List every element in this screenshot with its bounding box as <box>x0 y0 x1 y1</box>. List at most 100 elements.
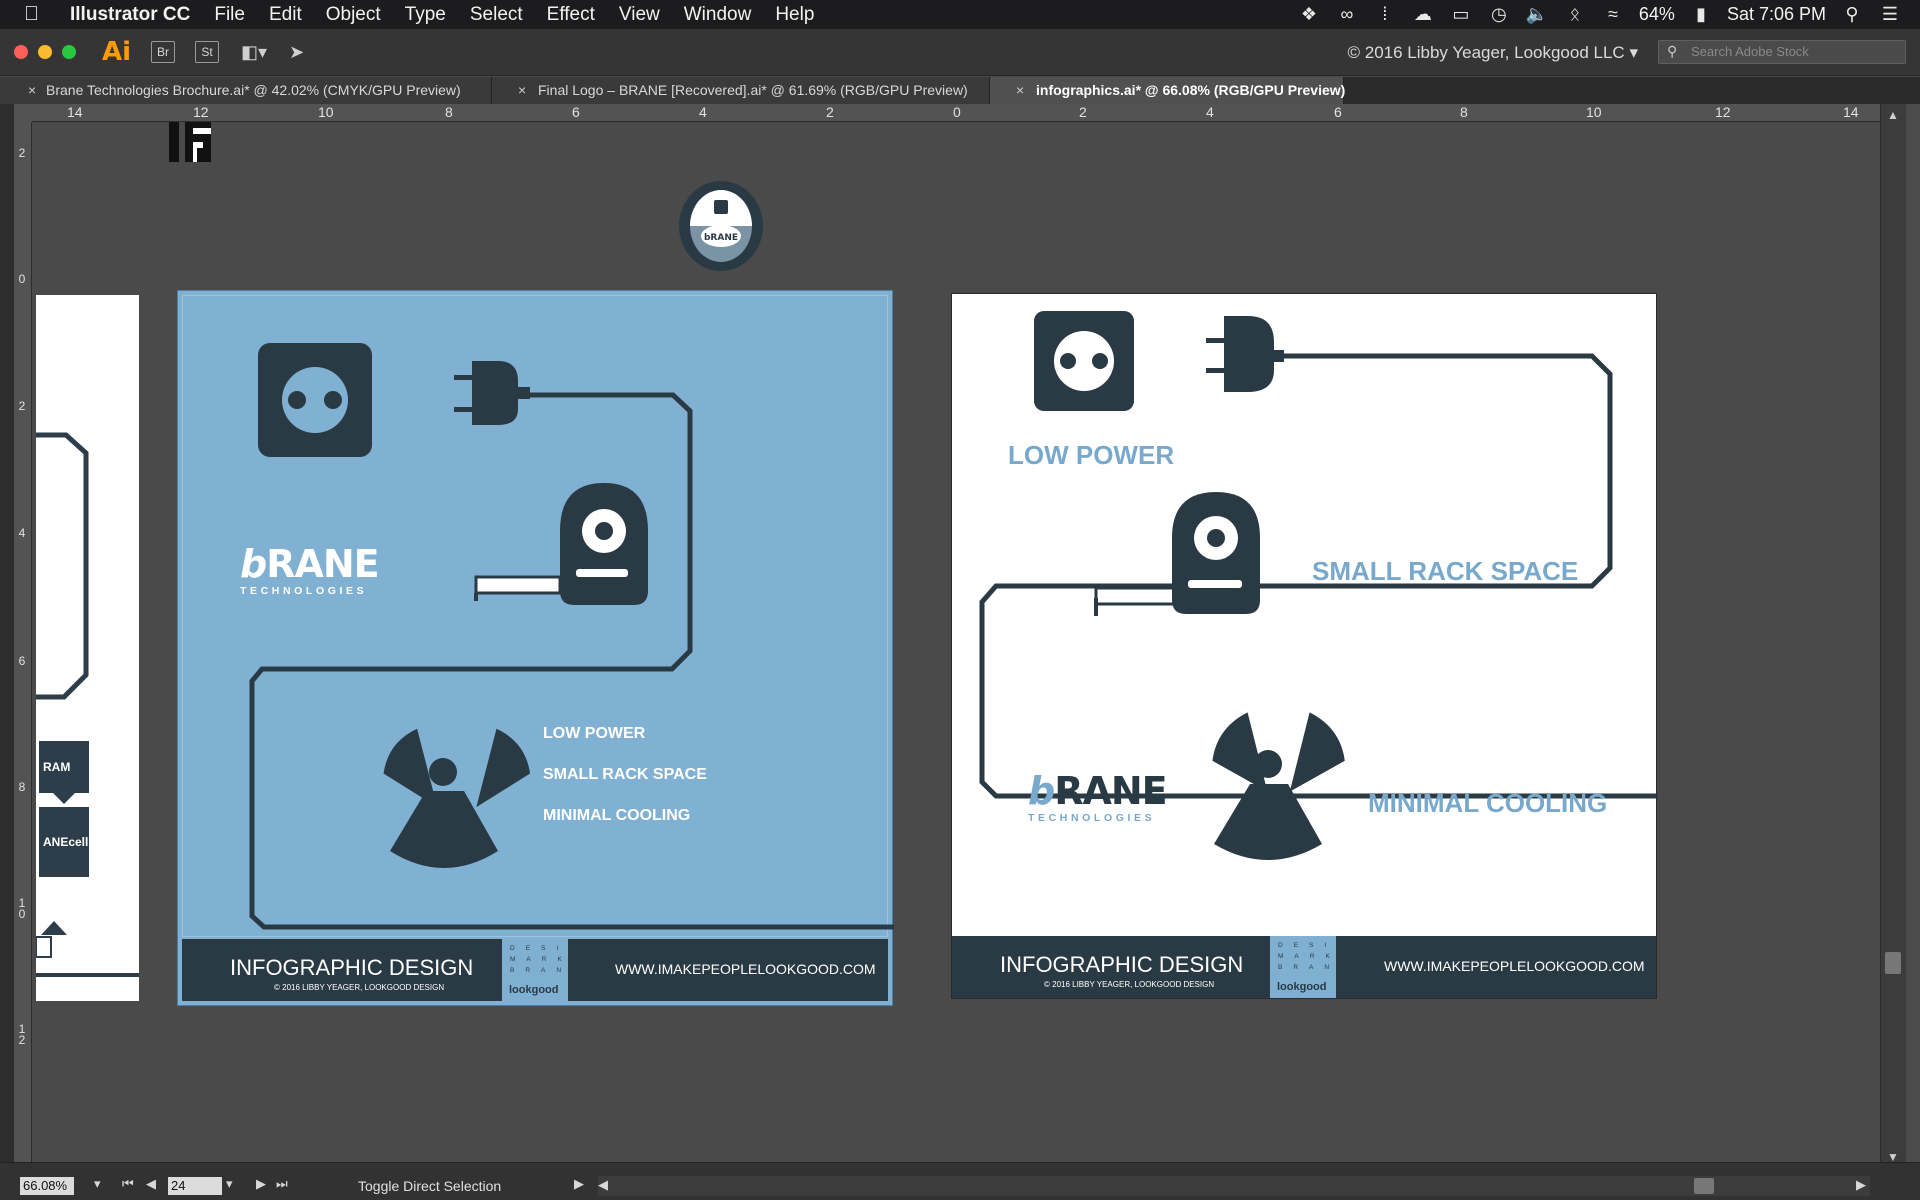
menu-app-name[interactable]: Illustrator CC <box>54 4 202 26</box>
partial-artboard[interactable]: RAM ANEcell <box>36 295 139 1001</box>
apple-icon[interactable]:  <box>24 3 54 26</box>
white-infographic-artboard[interactable]: LOW POWER SMALL RACK SPACE MINIMAL COOLI… <box>951 293 1658 999</box>
horizontal-ruler[interactable]: 14 12 10 8 6 4 2 0 2 4 6 8 10 12 14 <box>14 104 1880 122</box>
ruler-tick: 12 <box>193 104 209 120</box>
first-artboard-icon[interactable]: ⏮ <box>122 1176 134 1192</box>
scroll-up-icon[interactable]: ▲ <box>1887 108 1899 122</box>
tool-hint: Toggle Direct Selection <box>358 1178 502 1194</box>
chevron-down-icon: ▾ <box>1629 43 1638 62</box>
blue-infographic-artboard[interactable]: bRANE TECHNOLOGIES LOW POWER SMALL RACK … <box>177 290 894 1006</box>
scroll-left-icon[interactable]: ◀ <box>598 1177 608 1193</box>
menu-select[interactable]: Select <box>458 4 535 26</box>
close-tab-icon[interactable]: × <box>518 82 526 98</box>
artboard-number-field[interactable]: 24 <box>168 1177 222 1195</box>
lookgood-tagline: DESIGN MARKET BRAND <box>1278 942 1372 971</box>
feature-minimal-cooling: MINIMAL COOLING <box>543 807 691 824</box>
window-controls <box>14 45 76 59</box>
brane-b: b <box>240 542 267 586</box>
tab-label: Brane Technologies Brochure.ai* @ 42.02%… <box>46 82 461 98</box>
ruler-tick: 0 <box>953 104 961 120</box>
menu-effect[interactable]: Effect <box>535 4 607 26</box>
menu-help[interactable]: Help <box>763 4 826 26</box>
vertical-scrollbar[interactable]: ▲ ▼ <box>1880 104 1906 1164</box>
menu-edit[interactable]: Edit <box>257 4 314 26</box>
menubar-clock[interactable]: Sat 7:06 PM <box>1727 4 1826 25</box>
ruler-tick: 10 <box>318 104 334 120</box>
ruler-tick: 2 <box>18 399 26 413</box>
bluetooth-icon[interactable]: ᛟ <box>1563 4 1587 25</box>
wifi-icon[interactable]: ≈ <box>1601 4 1625 25</box>
ram-tag: RAM <box>39 741 89 793</box>
spotlight-search-icon[interactable]: ⚲ <box>1840 4 1864 25</box>
brane-b: b <box>1028 769 1055 813</box>
dropbox-icon[interactable]: ❖ <box>1297 4 1321 25</box>
vertical-ruler[interactable]: 2 0 2 4 6 8 1 0 1 2 <box>14 122 32 1162</box>
lookgood-tagline: DESIGN MARKET BRAND <box>510 945 604 974</box>
previous-artboard-icon[interactable]: ◀ <box>146 1176 156 1192</box>
menu-file[interactable]: File <box>202 4 257 26</box>
arrange-documents-icon[interactable]: ◧▾ <box>241 42 267 63</box>
menu-view[interactable]: View <box>607 4 672 26</box>
workspace-switcher[interactable]: © 2016 Libby Yeager, Lookgood LLC ▾ <box>1348 43 1639 63</box>
next-artboard-icon[interactable]: ▶ <box>256 1176 266 1192</box>
time-machine-icon[interactable]: ◷ <box>1487 4 1511 25</box>
last-artboard-icon[interactable]: ⏭ <box>276 1176 288 1192</box>
lookgood-logo: DESIGN MARKET BRAND lookgood <box>1270 936 1372 998</box>
airplay-icon[interactable]: ▭ <box>1449 4 1473 25</box>
zoom-dropdown-icon[interactable]: ▾ <box>94 1176 101 1192</box>
icloud-icon[interactable]: ☁ <box>1411 4 1435 25</box>
battery-percent[interactable]: 64% <box>1639 4 1675 25</box>
badge-text: bRANE <box>704 233 738 243</box>
ruler-tick: 14 <box>67 104 83 120</box>
battery-icon[interactable]: ▮ <box>1689 4 1713 25</box>
close-tab-icon[interactable]: × <box>1016 82 1024 98</box>
footer-copyright: © 2016 LIBBY YEAGER, LOOKGOOD DESIGN <box>1044 980 1215 989</box>
brane-badge-logo[interactable]: bRANE <box>678 180 764 272</box>
vertical-scroll-thumb[interactable] <box>1885 952 1901 974</box>
window-close-button[interactable] <box>14 45 28 59</box>
menu-object[interactable]: Object <box>314 4 393 26</box>
feature-low-power: LOW POWER <box>543 725 646 742</box>
stock-button[interactable]: St <box>195 41 220 63</box>
lookgood-logo: DESIGN MARKET BRAND lookgood <box>502 939 604 1001</box>
artboard-dropdown-icon[interactable]: ▾ <box>226 1176 233 1192</box>
notification-center-icon[interactable]: ☰ <box>1878 4 1902 25</box>
feature-small-rack-space: SMALL RACK SPACE <box>1312 556 1579 586</box>
horizontal-scroll-thumb[interactable] <box>1694 1178 1714 1194</box>
partial-logo-glyph[interactable] <box>169 122 213 164</box>
artboard-canvas[interactable]: bRANE RAM ANEcell bRANE TECHNOLOGIES LOW… <box>33 122 1880 1162</box>
tab-infographics[interactable]: × infographics.ai* @ 66.08% (RGB/GPU Pre… <box>990 77 1345 104</box>
ruler-tick: 1 0 <box>18 896 26 921</box>
dots-grid-icon[interactable]: ⁞ <box>1373 4 1397 25</box>
window-zoom-button[interactable] <box>62 45 76 59</box>
status-bar: 66.08% ▾ ⏮ ◀ 24 ▾ ▶ ⏭ Toggle Direct Sele… <box>0 1162 1920 1200</box>
ruler-origin[interactable] <box>14 104 32 122</box>
tab-brochure[interactable]: × Brane Technologies Brochure.ai* @ 42.0… <box>0 77 492 104</box>
close-tab-icon[interactable]: × <box>28 82 36 98</box>
document-tabs: × Brane Technologies Brochure.ai* @ 42.0… <box>0 77 1920 104</box>
tab-final-logo[interactable]: × Final Logo – BRANE [Recovered].ai* @ 6… <box>492 77 990 104</box>
application-bar: Ai Br St ◧▾ ➤ © 2016 Libby Yeager, Lookg… <box>0 29 1920 76</box>
brane-logo: bRANE TECHNOLOGIES <box>1028 769 1168 824</box>
ruler-tick: 4 <box>1206 104 1214 120</box>
menu-type[interactable]: Type <box>393 4 458 26</box>
partial-cord-line <box>36 432 139 977</box>
ruler-tick: 8 <box>1460 104 1468 120</box>
zoom-level-field[interactable]: 66.08% <box>20 1177 74 1195</box>
ruler-tick: 6 <box>18 654 26 668</box>
status-menu-icon[interactable]: ▶ <box>574 1176 584 1192</box>
ruler-tick: 4 <box>18 526 26 540</box>
footer-title: INFOGRAPHIC DESIGN <box>230 955 474 980</box>
scroll-right-icon[interactable]: ▶ <box>1856 1177 1866 1193</box>
white-infographic-graphics <box>979 311 1658 860</box>
ruler-tick: 2 <box>1079 104 1087 120</box>
volume-icon[interactable]: 🔈 <box>1525 4 1549 25</box>
window-minimize-button[interactable] <box>38 45 52 59</box>
stock-search-input[interactable]: ⚲ Search Adobe Stock <box>1658 40 1906 64</box>
gpu-performance-icon[interactable]: ➤ <box>289 42 304 63</box>
menu-window[interactable]: Window <box>672 4 764 26</box>
footer-title: INFOGRAPHIC DESIGN <box>1000 952 1244 977</box>
bridge-button[interactable]: Br <box>151 41 176 63</box>
creative-cloud-icon[interactable]: ∞ <box>1335 4 1359 25</box>
horizontal-scrollbar[interactable]: ◀ ▶ <box>598 1176 1870 1196</box>
